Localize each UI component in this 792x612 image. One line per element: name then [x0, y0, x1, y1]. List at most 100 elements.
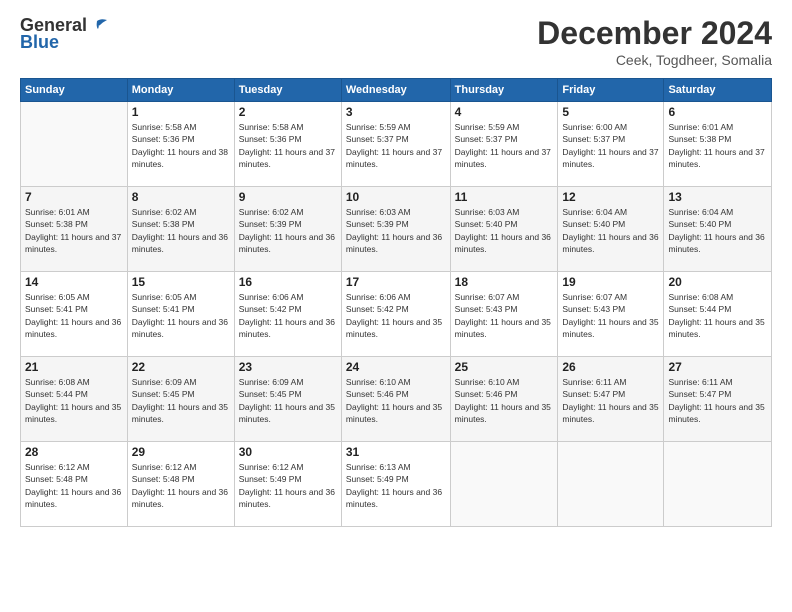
day-number: 27	[668, 360, 767, 374]
calendar-cell: 18 Sunrise: 6:07 AM Sunset: 5:43 PM Dayl…	[450, 272, 558, 357]
day-info: Sunrise: 6:03 AM Sunset: 5:40 PM Dayligh…	[455, 206, 554, 255]
day-info: Sunrise: 6:11 AM Sunset: 5:47 PM Dayligh…	[562, 376, 659, 425]
day-number: 3	[346, 105, 446, 119]
col-sunday: Sunday	[21, 79, 128, 102]
day-info: Sunrise: 6:12 AM Sunset: 5:49 PM Dayligh…	[239, 461, 337, 510]
day-info: Sunrise: 6:03 AM Sunset: 5:39 PM Dayligh…	[346, 206, 446, 255]
day-number: 16	[239, 275, 337, 289]
calendar-cell	[664, 442, 772, 527]
day-number: 28	[25, 445, 123, 459]
day-number: 15	[132, 275, 230, 289]
calendar-week-row: 7 Sunrise: 6:01 AM Sunset: 5:38 PM Dayli…	[21, 187, 772, 272]
calendar-cell: 4 Sunrise: 5:59 AM Sunset: 5:37 PM Dayli…	[450, 102, 558, 187]
day-info: Sunrise: 6:07 AM Sunset: 5:43 PM Dayligh…	[562, 291, 659, 340]
calendar-cell: 11 Sunrise: 6:03 AM Sunset: 5:40 PM Dayl…	[450, 187, 558, 272]
day-info: Sunrise: 6:10 AM Sunset: 5:46 PM Dayligh…	[455, 376, 554, 425]
calendar-cell: 12 Sunrise: 6:04 AM Sunset: 5:40 PM Dayl…	[558, 187, 664, 272]
calendar-cell: 14 Sunrise: 6:05 AM Sunset: 5:41 PM Dayl…	[21, 272, 128, 357]
day-number: 2	[239, 105, 337, 119]
calendar-cell: 21 Sunrise: 6:08 AM Sunset: 5:44 PM Dayl…	[21, 357, 128, 442]
day-info: Sunrise: 6:00 AM Sunset: 5:37 PM Dayligh…	[562, 121, 659, 170]
calendar-cell: 20 Sunrise: 6:08 AM Sunset: 5:44 PM Dayl…	[664, 272, 772, 357]
day-number: 14	[25, 275, 123, 289]
day-info: Sunrise: 6:04 AM Sunset: 5:40 PM Dayligh…	[562, 206, 659, 255]
calendar-table: Sunday Monday Tuesday Wednesday Thursday…	[20, 78, 772, 527]
day-number: 25	[455, 360, 554, 374]
calendar-cell: 19 Sunrise: 6:07 AM Sunset: 5:43 PM Dayl…	[558, 272, 664, 357]
day-info: Sunrise: 6:12 AM Sunset: 5:48 PM Dayligh…	[132, 461, 230, 510]
calendar-cell: 6 Sunrise: 6:01 AM Sunset: 5:38 PM Dayli…	[664, 102, 772, 187]
calendar-cell: 1 Sunrise: 5:58 AM Sunset: 5:36 PM Dayli…	[127, 102, 234, 187]
day-info: Sunrise: 6:05 AM Sunset: 5:41 PM Dayligh…	[132, 291, 230, 340]
calendar-cell: 23 Sunrise: 6:09 AM Sunset: 5:45 PM Dayl…	[234, 357, 341, 442]
calendar-cell	[450, 442, 558, 527]
day-number: 10	[346, 190, 446, 204]
calendar-cell: 2 Sunrise: 5:58 AM Sunset: 5:36 PM Dayli…	[234, 102, 341, 187]
calendar-cell	[558, 442, 664, 527]
day-info: Sunrise: 6:09 AM Sunset: 5:45 PM Dayligh…	[132, 376, 230, 425]
logo-bird-icon	[87, 17, 109, 35]
day-info: Sunrise: 5:59 AM Sunset: 5:37 PM Dayligh…	[455, 121, 554, 170]
day-info: Sunrise: 6:06 AM Sunset: 5:42 PM Dayligh…	[346, 291, 446, 340]
day-info: Sunrise: 6:02 AM Sunset: 5:39 PM Dayligh…	[239, 206, 337, 255]
calendar-cell: 25 Sunrise: 6:10 AM Sunset: 5:46 PM Dayl…	[450, 357, 558, 442]
page-header: General Blue December 2024 Ceek, Togdhee…	[20, 15, 772, 68]
day-number: 19	[562, 275, 659, 289]
day-number: 7	[25, 190, 123, 204]
calendar-cell: 31 Sunrise: 6:13 AM Sunset: 5:49 PM Dayl…	[341, 442, 450, 527]
calendar-cell: 5 Sunrise: 6:00 AM Sunset: 5:37 PM Dayli…	[558, 102, 664, 187]
day-number: 13	[668, 190, 767, 204]
day-number: 20	[668, 275, 767, 289]
day-number: 22	[132, 360, 230, 374]
calendar-week-row: 14 Sunrise: 6:05 AM Sunset: 5:41 PM Dayl…	[21, 272, 772, 357]
calendar-cell: 9 Sunrise: 6:02 AM Sunset: 5:39 PM Dayli…	[234, 187, 341, 272]
day-number: 5	[562, 105, 659, 119]
day-number: 11	[455, 190, 554, 204]
day-info: Sunrise: 6:07 AM Sunset: 5:43 PM Dayligh…	[455, 291, 554, 340]
calendar-cell: 10 Sunrise: 6:03 AM Sunset: 5:39 PM Dayl…	[341, 187, 450, 272]
calendar-cell	[21, 102, 128, 187]
calendar-cell: 27 Sunrise: 6:11 AM Sunset: 5:47 PM Dayl…	[664, 357, 772, 442]
subtitle: Ceek, Togdheer, Somalia	[537, 52, 772, 68]
calendar-cell: 22 Sunrise: 6:09 AM Sunset: 5:45 PM Dayl…	[127, 357, 234, 442]
main-title: December 2024	[537, 15, 772, 52]
day-info: Sunrise: 6:13 AM Sunset: 5:49 PM Dayligh…	[346, 461, 446, 510]
day-info: Sunrise: 6:12 AM Sunset: 5:48 PM Dayligh…	[25, 461, 123, 510]
day-number: 30	[239, 445, 337, 459]
day-number: 29	[132, 445, 230, 459]
col-saturday: Saturday	[664, 79, 772, 102]
calendar-header-row: Sunday Monday Tuesday Wednesday Thursday…	[21, 79, 772, 102]
day-info: Sunrise: 6:01 AM Sunset: 5:38 PM Dayligh…	[25, 206, 123, 255]
day-info: Sunrise: 6:08 AM Sunset: 5:44 PM Dayligh…	[668, 291, 767, 340]
day-info: Sunrise: 6:08 AM Sunset: 5:44 PM Dayligh…	[25, 376, 123, 425]
calendar-week-row: 28 Sunrise: 6:12 AM Sunset: 5:48 PM Dayl…	[21, 442, 772, 527]
day-number: 8	[132, 190, 230, 204]
col-wednesday: Wednesday	[341, 79, 450, 102]
calendar-cell: 17 Sunrise: 6:06 AM Sunset: 5:42 PM Dayl…	[341, 272, 450, 357]
logo: General Blue	[20, 15, 109, 53]
day-info: Sunrise: 6:05 AM Sunset: 5:41 PM Dayligh…	[25, 291, 123, 340]
calendar-cell: 24 Sunrise: 6:10 AM Sunset: 5:46 PM Dayl…	[341, 357, 450, 442]
day-info: Sunrise: 6:04 AM Sunset: 5:40 PM Dayligh…	[668, 206, 767, 255]
calendar-cell: 28 Sunrise: 6:12 AM Sunset: 5:48 PM Dayl…	[21, 442, 128, 527]
title-block: December 2024 Ceek, Togdheer, Somalia	[537, 15, 772, 68]
day-number: 18	[455, 275, 554, 289]
calendar-cell: 15 Sunrise: 6:05 AM Sunset: 5:41 PM Dayl…	[127, 272, 234, 357]
calendar-cell: 7 Sunrise: 6:01 AM Sunset: 5:38 PM Dayli…	[21, 187, 128, 272]
day-number: 31	[346, 445, 446, 459]
calendar-cell: 30 Sunrise: 6:12 AM Sunset: 5:49 PM Dayl…	[234, 442, 341, 527]
calendar-cell: 3 Sunrise: 5:59 AM Sunset: 5:37 PM Dayli…	[341, 102, 450, 187]
calendar-cell: 29 Sunrise: 6:12 AM Sunset: 5:48 PM Dayl…	[127, 442, 234, 527]
day-number: 21	[25, 360, 123, 374]
day-number: 4	[455, 105, 554, 119]
calendar-week-row: 1 Sunrise: 5:58 AM Sunset: 5:36 PM Dayli…	[21, 102, 772, 187]
col-thursday: Thursday	[450, 79, 558, 102]
col-tuesday: Tuesday	[234, 79, 341, 102]
day-info: Sunrise: 6:01 AM Sunset: 5:38 PM Dayligh…	[668, 121, 767, 170]
day-info: Sunrise: 6:10 AM Sunset: 5:46 PM Dayligh…	[346, 376, 446, 425]
calendar-cell: 13 Sunrise: 6:04 AM Sunset: 5:40 PM Dayl…	[664, 187, 772, 272]
day-info: Sunrise: 6:11 AM Sunset: 5:47 PM Dayligh…	[668, 376, 767, 425]
day-number: 26	[562, 360, 659, 374]
day-info: Sunrise: 5:58 AM Sunset: 5:36 PM Dayligh…	[132, 121, 230, 170]
day-number: 1	[132, 105, 230, 119]
